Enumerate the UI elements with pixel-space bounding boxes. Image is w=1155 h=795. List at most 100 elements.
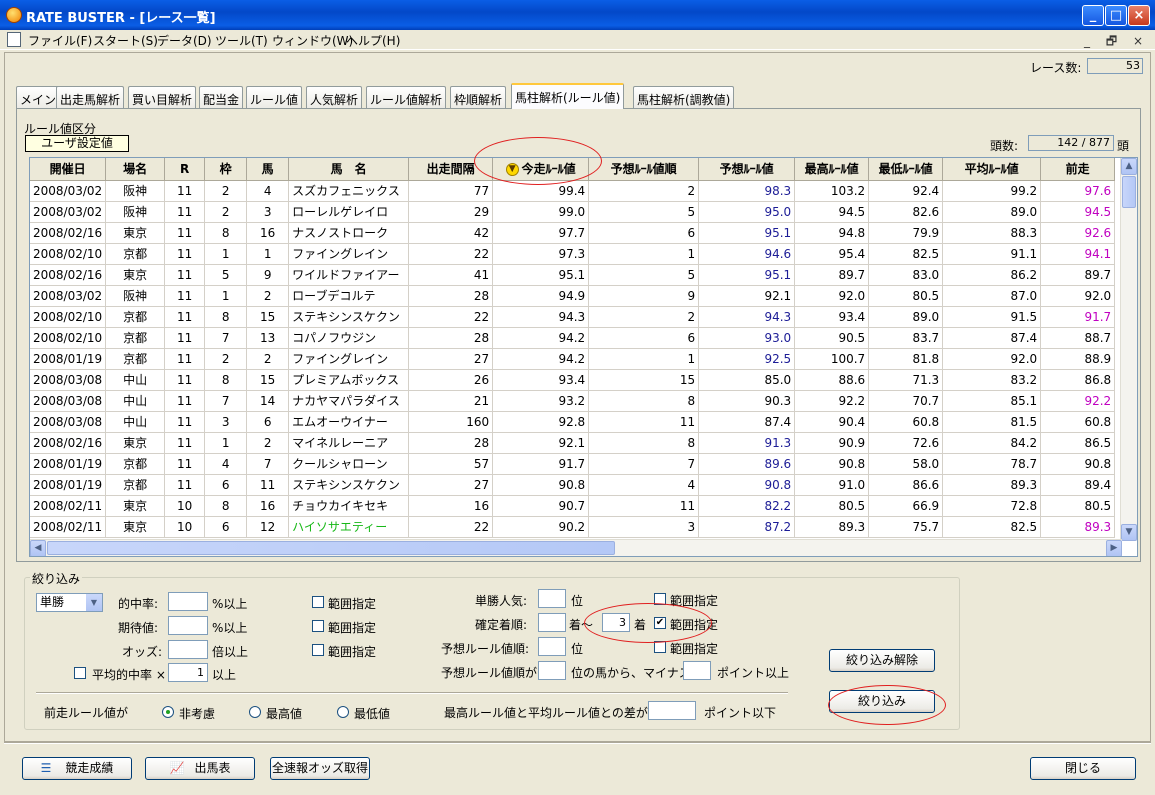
scroll-up-button[interactable]: ▲	[1121, 158, 1137, 175]
finish-range-checkbox[interactable]: ✔	[654, 617, 666, 629]
column-header[interactable]: 開催日	[30, 158, 107, 181]
column-header[interactable]: 出走間隔	[408, 158, 494, 181]
table-row[interactable]: 2008/02/10 京都 11 8 15 ステキシンスケクン 22 94.3 2 94.3 93.…	[30, 306, 1116, 328]
column-header[interactable]: 場名	[105, 158, 166, 181]
table-row[interactable]: 2008/02/16 東京 11 5 9 ワイルドファイアー 41 95.1 5 95.1 89.7…	[30, 264, 1116, 286]
tab-popularity[interactable]: 人気解析	[306, 86, 363, 108]
horizontal-scroll-thumb[interactable]	[47, 541, 615, 555]
scroll-left-button[interactable]: ◀	[30, 540, 46, 556]
vertical-scroll-thumb[interactable]	[1122, 176, 1136, 208]
minimize-button[interactable]: _	[1082, 5, 1104, 26]
results-grid[interactable]: 開催日 場名 R 枠馬馬 名出走間隔 ▼ 今走ﾙｰﾙ値 予想ﾙｰﾙ値順 予想ﾙｰﾙ値 最高ﾙｰﾙ…	[29, 157, 1138, 557]
table-row[interactable]: 2008/02/10 京都 11 1 1 ファイングレイン 22 97.3 1 94.6 95.4 8…	[30, 243, 1116, 265]
win-pop-input[interactable]	[538, 589, 566, 608]
table-row[interactable]: 2008/01/19 京都 11 6 11 ステキシンスケクン 27 90.8 4 90.8 91.…	[30, 474, 1116, 496]
column-header[interactable]: 予想ﾙｰﾙ値順	[588, 158, 700, 181]
scroll-right-button[interactable]: ▶	[1106, 540, 1122, 556]
avg-hit-checkbox[interactable]	[74, 667, 86, 679]
table-row[interactable]: 2008/02/16 東京 11 1 2 マイネルレーニア 28 92.1 8 91.3 90.9 7…	[30, 432, 1116, 454]
tab-payout[interactable]: 配当金	[199, 86, 244, 108]
table-cell: 86.6	[868, 474, 944, 496]
bet-type-select[interactable]: 単勝 ▼	[36, 593, 103, 612]
column-header[interactable]: R	[164, 158, 206, 181]
tab-rule-value[interactable]: ルール値	[246, 86, 303, 108]
table-cell: 2	[246, 285, 290, 307]
finish-from-input[interactable]	[538, 613, 566, 632]
menu-data[interactable]: データ(D)	[157, 32, 212, 49]
odds-suffix: 倍以上	[212, 645, 249, 659]
avg-hit-input[interactable]: 1	[168, 663, 208, 682]
app-icon[interactable]	[6, 7, 22, 23]
pred-rank-range-checkbox[interactable]	[654, 641, 666, 653]
menu-start[interactable]: スタート(S)	[93, 32, 158, 49]
document-icon[interactable]	[7, 32, 21, 47]
table-row[interactable]: 2008/02/11 東京 10 8 16 チョウカイキセキ 16 90.7 11 82.2 80.…	[30, 495, 1116, 517]
table-row[interactable]: 2008/01/19 京都 11 4 7 クールシャローン 57 91.7 7 89.6 90.8 5…	[30, 453, 1116, 475]
finish-to-input[interactable]: 3	[602, 613, 630, 632]
menu-tools[interactable]: ツール(T)	[215, 32, 268, 49]
prev-rule-radio-max[interactable]	[249, 706, 261, 718]
tab-past-perf-training[interactable]: 馬柱解析(調教値)	[633, 86, 735, 108]
table-cell: 83.7	[868, 327, 944, 349]
table-row[interactable]: 2008/03/02 阪神 11 1 2 ローブデコルテ 28 94.9 9 92.1 92.0 80…	[30, 285, 1116, 307]
race-results-button[interactable]: ☰ 競走成績	[22, 757, 132, 780]
column-header[interactable]: 馬	[246, 158, 290, 181]
column-header[interactable]: 前走	[1040, 158, 1116, 181]
table-row[interactable]: 2008/02/11 東京 10 6 12 ハイソサエティー 22 90.2 3 87.2 89.3…	[30, 516, 1116, 538]
mdi-controls[interactable]: _ 🗗 ×	[1084, 32, 1149, 53]
hit-rate-range-checkbox[interactable]	[312, 596, 324, 608]
win-pop-range-checkbox[interactable]	[654, 593, 666, 605]
column-header[interactable]: 最高ﾙｰﾙ値	[794, 158, 870, 181]
entries-button[interactable]: 📈 出馬表	[145, 757, 255, 780]
table-cell: 91.3	[698, 432, 796, 454]
maximize-button[interactable]: □	[1105, 5, 1127, 26]
hit-rate-input[interactable]	[168, 592, 208, 611]
pred-rank-diff-rank-input[interactable]	[538, 661, 566, 680]
tab-rule-analysis[interactable]: ルール値解析	[366, 86, 447, 108]
chevron-down-icon[interactable]: ▼	[86, 594, 102, 611]
table-row[interactable]: 2008/03/08 中山 11 3 6 エムオーウイナー 160 92.8 11 87.4 90.…	[30, 411, 1116, 433]
odds-range-checkbox[interactable]	[312, 644, 324, 656]
column-header[interactable]: 平均ﾙｰﾙ値	[942, 158, 1042, 181]
scroll-down-button[interactable]: ▼	[1121, 524, 1137, 541]
column-header[interactable]: 予想ﾙｰﾙ値	[698, 158, 796, 181]
tab-post-analysis[interactable]: 枠順解析	[450, 86, 507, 108]
close-button[interactable]: 閉じる	[1030, 757, 1136, 780]
expected-range-checkbox[interactable]	[312, 620, 324, 632]
table-cell: 2008/02/10	[30, 306, 107, 328]
odds-input[interactable]	[168, 640, 208, 659]
tab-past-perf-rule[interactable]: 馬柱解析(ルール値)	[511, 83, 625, 109]
table-cell: 95.1	[698, 222, 796, 244]
pred-rank-input[interactable]	[538, 637, 566, 656]
expected-input[interactable]	[168, 616, 208, 635]
table-row[interactable]: 2008/03/02 阪神 11 2 3 ローレルゲレイロ 29 99.0 5 95.0 94.5 8…	[30, 201, 1116, 223]
prev-rule-radio-ignore[interactable]	[162, 706, 174, 718]
prev-rule-radio-min[interactable]	[337, 706, 349, 718]
table-row[interactable]: 2008/03/08 中山 11 7 14 ナカヤマパラダイス 21 93.2 8 90.3 92.…	[30, 390, 1116, 412]
tab-horse-analysis[interactable]: 出走馬解析	[56, 86, 125, 108]
pred-rank-diff-points-input[interactable]	[683, 661, 711, 680]
vertical-scrollbar[interactable]: ▲ ▼	[1120, 158, 1137, 541]
tab-main[interactable]: メイン	[16, 86, 61, 108]
table-row[interactable]: 2008/02/16 東京 11 8 16 ナスノストローク 42 97.7 6 95.1 94.8…	[30, 222, 1116, 244]
column-header[interactable]: 最低ﾙｰﾙ値	[868, 158, 944, 181]
column-header[interactable]: ▼ 今走ﾙｰﾙ値	[492, 158, 590, 181]
menu-window[interactable]: ウィンドウ(W)	[272, 32, 353, 49]
column-header[interactable]: 馬 名	[288, 158, 410, 181]
table-row[interactable]: 2008/02/10 京都 11 7 13 コパノフウジン 28 94.2 6 93.0 90.5 8…	[30, 327, 1116, 349]
column-header[interactable]: 枠	[204, 158, 248, 181]
table-row[interactable]: 2008/03/02 阪神 11 2 4 スズカフェニックス 77 99.4 2 98.3 103.…	[30, 180, 1116, 202]
menu-file[interactable]: ファイル(F)	[28, 32, 92, 49]
rule-category-value[interactable]: ユーザ設定値	[25, 135, 129, 152]
menu-help[interactable]: ヘルプ(H)	[346, 32, 400, 49]
horizontal-scrollbar[interactable]: ◀ ▶	[30, 539, 1122, 556]
apply-filter-button[interactable]: 絞り込み	[829, 690, 935, 713]
close-window-button[interactable]: ×	[1128, 5, 1150, 26]
tab-bet-analysis[interactable]: 買い目解析	[128, 86, 197, 108]
table-cell: 90.3	[698, 390, 796, 412]
fetch-odds-button[interactable]: 全速報オッズ取得	[270, 757, 370, 780]
table-row[interactable]: 2008/01/19 京都 11 2 2 ファイングレイン 27 94.2 1 92.5 100.7…	[30, 348, 1116, 370]
clear-filter-button[interactable]: 絞り込み解除	[829, 649, 935, 672]
max-avg-diff-input[interactable]	[648, 701, 696, 720]
table-row[interactable]: 2008/03/08 中山 11 8 15 プレミアムボックス 26 93.4 15 85.0 88…	[30, 369, 1116, 391]
